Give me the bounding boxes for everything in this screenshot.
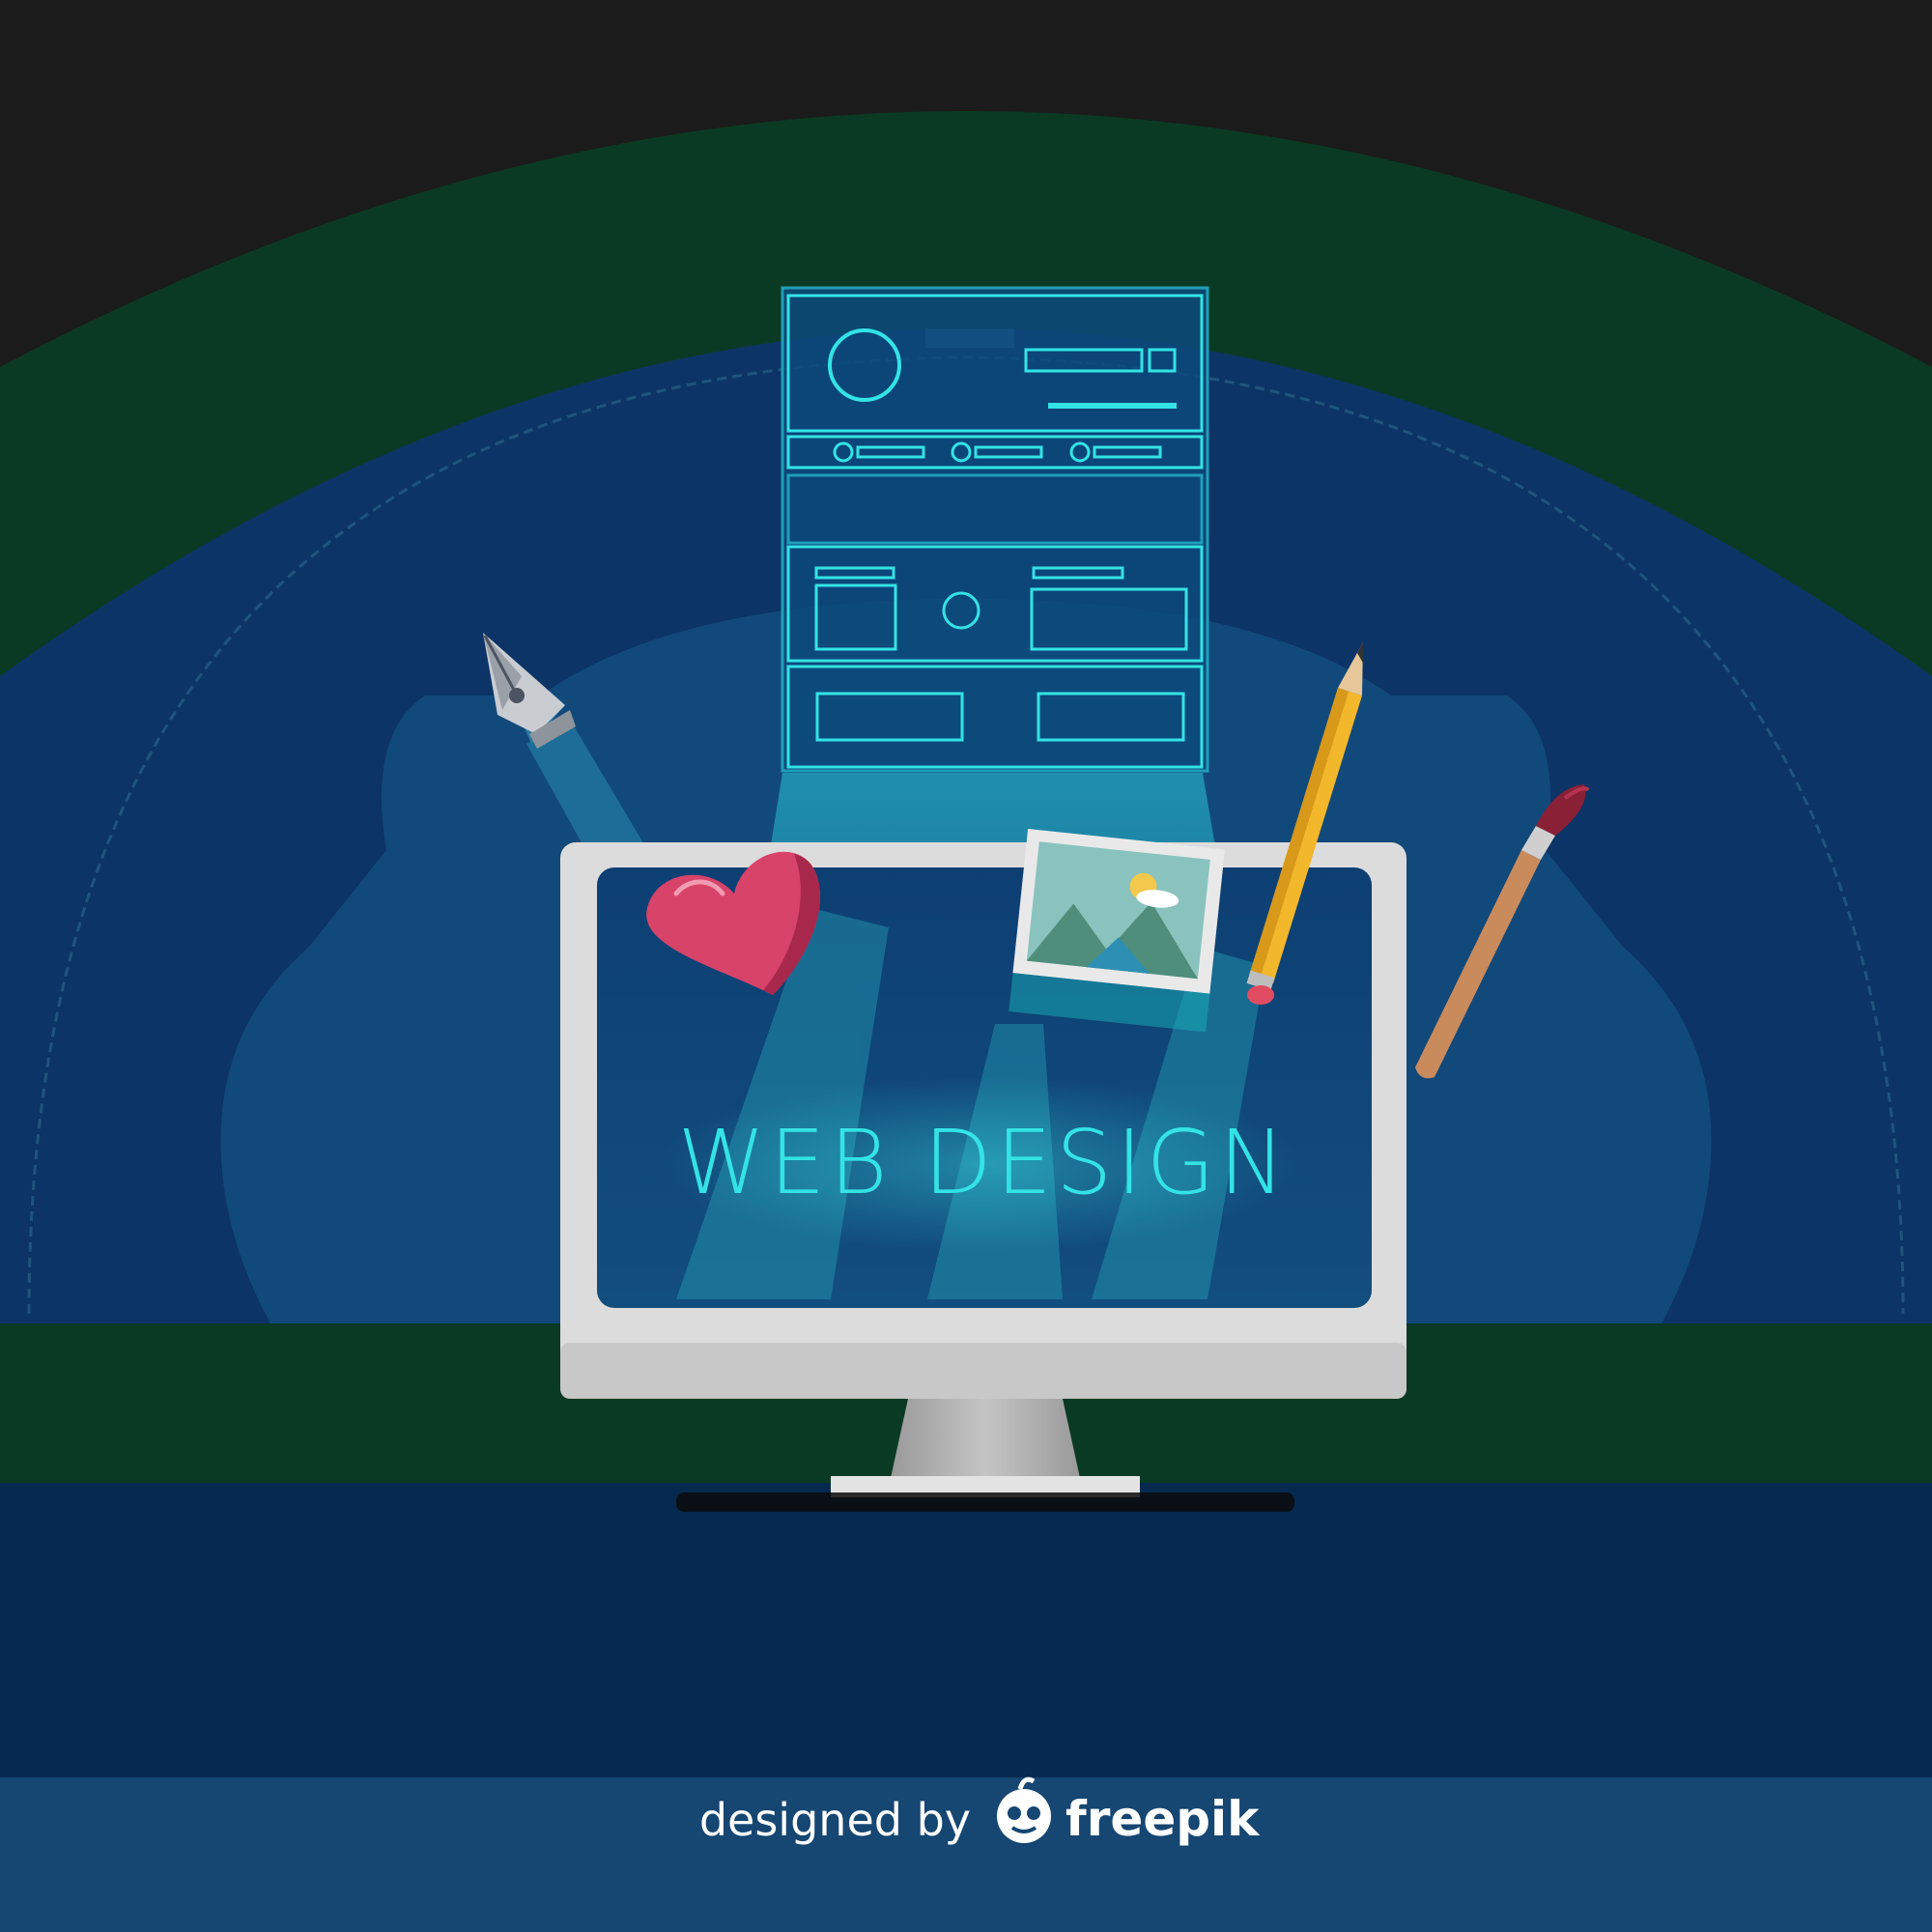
monitor-stand xyxy=(891,1399,1080,1478)
wireframe-icon xyxy=(781,286,1209,773)
credit-prefix: designed by xyxy=(699,1794,971,1846)
monitor-shadow xyxy=(676,1492,1294,1512)
credit-brand: freepik xyxy=(1065,1791,1261,1847)
headline: WEB DESIGN xyxy=(677,1111,1289,1214)
floor-navy xyxy=(0,1483,1932,1777)
photo-icon xyxy=(1009,828,1225,1033)
web-design-illustration: WEB DESIGN designed by freepik xyxy=(0,0,1932,1932)
